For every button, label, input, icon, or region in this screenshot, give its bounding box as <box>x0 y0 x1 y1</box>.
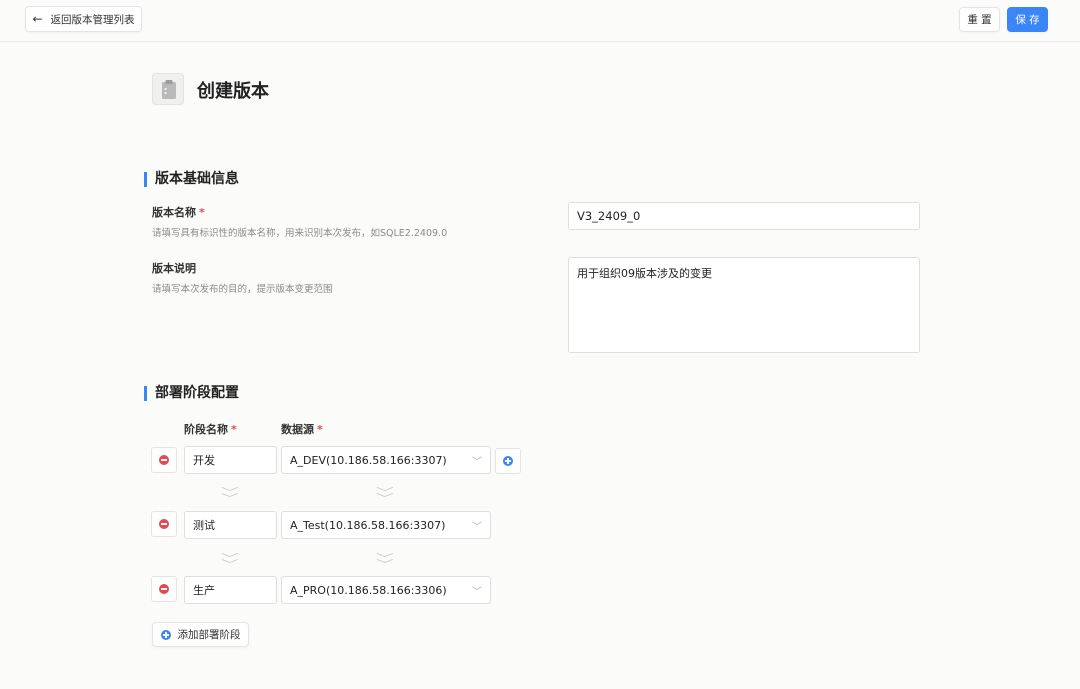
chevron-down-icon: ﹀ <box>472 586 482 598</box>
chevron-down-icon: ﹀ <box>472 456 482 468</box>
version-name-input[interactable]: V3_2409_0 <box>568 202 920 230</box>
required-mark: * <box>231 423 237 436</box>
remove-stage-button[interactable] <box>151 576 177 602</box>
datasource-select[interactable]: A_PRO(10.186.58.166:3306) ﹀ <box>281 576 491 604</box>
version-description-textarea[interactable]: 用于组织09版本涉及的变更 <box>568 257 920 353</box>
version-description-label: 版本说明 <box>152 262 196 275</box>
add-deploy-stage-button[interactable]: 添加部署阶段 <box>152 622 249 647</box>
section-title-basic-info: 版本基础信息 <box>144 172 239 187</box>
datasource-select[interactable]: A_Test(10.186.58.166:3307) ﹀ <box>281 511 491 539</box>
datasource-select-value: A_Test(10.186.58.166:3307) <box>290 518 446 532</box>
version-name-label: 版本名称 * <box>152 206 205 219</box>
add-deploy-stage-label: 添加部署阶段 <box>177 629 241 641</box>
chevron-down-icon: ﹀ <box>472 521 482 533</box>
required-mark: * <box>199 206 205 219</box>
stage-name-input[interactable]: 测试 <box>184 511 277 539</box>
stage-name-column-label: 阶段名称 * <box>184 423 237 436</box>
section-title-deploy-stages: 部署阶段配置 <box>144 386 239 401</box>
remove-stage-button[interactable] <box>151 511 177 537</box>
plus-circle-icon <box>503 456 513 466</box>
add-datasource-button[interactable] <box>495 448 521 474</box>
datasource-column-label: 数据源 * <box>281 423 323 436</box>
datasource-select-value: A_DEV(10.186.58.166:3307) <box>290 453 447 467</box>
back-button-label: 返回版本管理列表 <box>50 13 135 26</box>
double-chevron-down-icon: ﹀ ﹀ <box>221 552 239 571</box>
minus-circle-icon <box>159 519 169 529</box>
save-button[interactable]: 保 存 <box>1007 7 1048 32</box>
minus-circle-icon <box>159 584 169 594</box>
stage-name-input[interactable]: 开发 <box>184 446 277 474</box>
required-mark: * <box>317 423 323 436</box>
version-description-help: 请填写本次发布的目的，提示版本变更范围 <box>152 284 333 295</box>
clipboard-icon <box>152 73 184 105</box>
version-name-help: 请填写具有标识性的版本名称，用来识别本次发布，如SQLE2.2409.0 <box>152 228 448 239</box>
top-toolbar: ← 返回版本管理列表 重 置 保 存 <box>0 0 1080 42</box>
stage-name-input[interactable]: 生产 <box>184 576 277 604</box>
datasource-select-value: A_PRO(10.186.58.166:3306) <box>290 583 447 597</box>
double-chevron-down-icon: ﹀ ﹀ <box>376 486 394 505</box>
plus-circle-icon <box>160 629 171 640</box>
reset-button[interactable]: 重 置 <box>959 7 1000 32</box>
datasource-select[interactable]: A_DEV(10.186.58.166:3307) ﹀ <box>281 446 491 474</box>
double-chevron-down-icon: ﹀ ﹀ <box>376 552 394 571</box>
double-chevron-down-icon: ﹀ ﹀ <box>221 486 239 505</box>
arrow-left-icon: ← <box>32 12 43 26</box>
back-to-version-list-button[interactable]: ← 返回版本管理列表 <box>25 6 142 32</box>
minus-circle-icon <box>159 455 169 465</box>
page-title: 创建版本 <box>197 81 269 102</box>
remove-stage-button[interactable] <box>151 447 177 473</box>
